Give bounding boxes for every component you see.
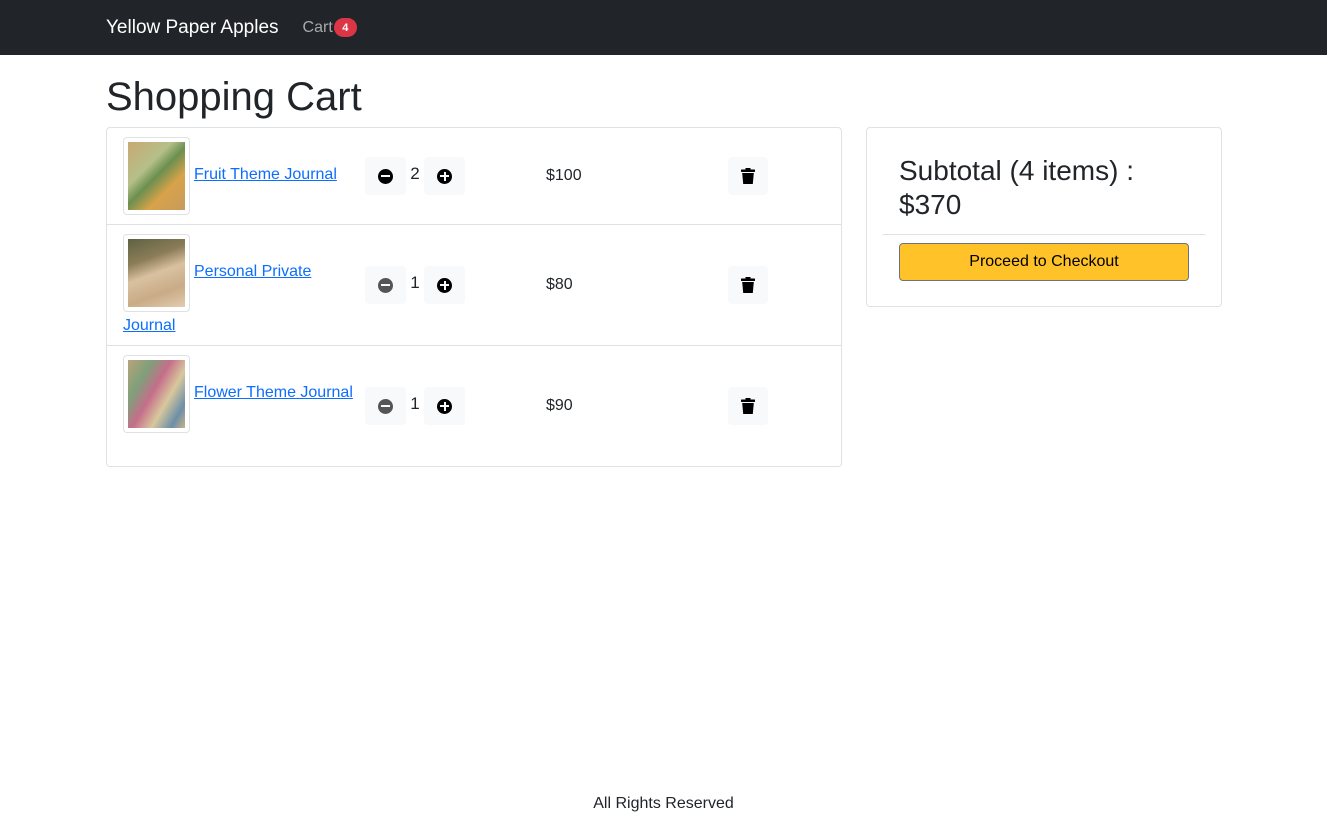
subtotal-heading: Subtotal (4 items) : $370	[883, 144, 1205, 235]
item-price: $90	[546, 397, 573, 414]
item-price: $100	[546, 167, 582, 184]
decrease-quantity-button[interactable]	[365, 266, 406, 304]
plus-circle-icon	[437, 168, 452, 184]
main-container: Shopping Cart Fruit Theme Journal 2 $100	[106, 55, 1222, 467]
page-title: Shopping Cart	[106, 75, 362, 119]
cart-count-badge: 4	[333, 18, 357, 37]
increase-quantity-button[interactable]	[424, 387, 465, 425]
footer-text: All Rights Reserved	[593, 795, 734, 812]
quantity-value: 2	[410, 164, 420, 183]
trash-icon	[741, 277, 755, 293]
decrease-quantity-button[interactable]	[365, 387, 406, 425]
remove-item-button[interactable]	[728, 387, 768, 425]
nav-cart-link[interactable]: Cart 4	[303, 18, 357, 37]
increase-quantity-button[interactable]	[424, 157, 465, 195]
product-name-link[interactable]: Personal Private Journal	[123, 245, 353, 353]
product-name-link[interactable]: Flower Theme Journal	[123, 366, 353, 420]
cart-list: Fruit Theme Journal 2 $100 Personal Priv…	[106, 127, 842, 467]
plus-circle-icon	[437, 398, 452, 414]
quantity-stepper: 1	[365, 266, 465, 304]
item-price: $80	[546, 276, 573, 293]
quantity-stepper: 1	[365, 387, 465, 425]
cart-item: Fruit Theme Journal 2 $100	[107, 128, 841, 225]
order-summary-card: Subtotal (4 items) : $370 Proceed to Che…	[866, 127, 1222, 307]
decrease-quantity-button[interactable]	[365, 157, 406, 195]
minus-circle-icon	[378, 398, 393, 414]
product-name-link[interactable]: Fruit Theme Journal	[123, 148, 353, 202]
increase-quantity-button[interactable]	[424, 266, 465, 304]
cart-label: Cart	[302, 18, 333, 36]
quantity-stepper: 2	[365, 157, 465, 195]
remove-item-button[interactable]	[728, 266, 768, 304]
brand-link[interactable]: Yellow Paper Apples	[106, 17, 279, 39]
trash-icon	[741, 168, 755, 184]
plus-circle-icon	[437, 277, 452, 293]
cart-item: Personal Private Journal 1 $80	[107, 225, 841, 346]
remove-item-button[interactable]	[728, 157, 768, 195]
navbar: Yellow Paper Apples Cart 4	[0, 0, 1327, 55]
minus-circle-icon	[378, 277, 393, 293]
cart-item: Flower Theme Journal 1 $90	[107, 346, 841, 466]
trash-icon	[741, 398, 755, 414]
quantity-value: 1	[410, 273, 420, 292]
quantity-value: 1	[410, 394, 420, 413]
minus-circle-icon	[378, 168, 393, 184]
proceed-to-checkout-button[interactable]: Proceed to Checkout	[899, 243, 1189, 281]
